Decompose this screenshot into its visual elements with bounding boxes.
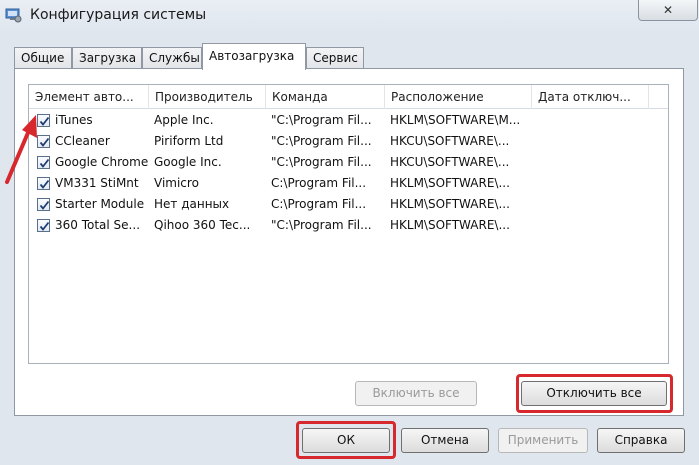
item-location: HKCU\SOFTWARE\... [390,134,510,148]
item-vendor: Apple Inc. [154,113,214,127]
item-vendor: Vimicro [154,176,199,190]
item-vendor: Нет данных [154,197,230,211]
window-title: Конфигурация системы [30,7,207,23]
startup-checkbox[interactable] [37,219,50,232]
title-bar: Конфигурация системы ✕ [0,0,699,34]
tab-tools[interactable]: Сервис [306,47,364,69]
table-row[interactable]: VM331 StiMnt Vimicro C:\Program Fil... H… [29,174,668,194]
tab-services[interactable]: Службы [142,47,202,69]
column-header-disabled-date[interactable]: Дата отключ... [532,85,649,109]
item-vendor: Google Inc. [154,155,222,169]
close-button[interactable]: ✕ [638,0,698,21]
column-header-command[interactable]: Команда [266,85,385,109]
item-name: Starter Module [55,197,145,211]
item-location: HKLM\SOFTWARE\... [390,176,510,190]
tab-boot[interactable]: Загрузка [72,47,142,69]
item-name: CCleaner [55,134,110,148]
annotation-arrow-icon [5,115,37,184]
item-location: HKCU\SOFTWARE\... [390,155,510,169]
item-command: C:\Program Fil... [271,176,367,190]
enable-all-button[interactable]: Включить все [355,381,477,406]
system-config-icon [4,6,22,24]
column-header-location[interactable]: Расположение [385,85,532,109]
table-row[interactable]: iTunes Apple Inc. "C:\Program Fil... HKL… [29,111,668,131]
item-command: "C:\Program Fil... [271,155,372,169]
item-name: Google Chrome [55,155,149,169]
tab-startup[interactable]: Автозагрузка [202,43,306,70]
startup-list[interactable]: Элемент авто... Производитель Команда Ра… [28,84,669,364]
item-command: "C:\Program Fil... [271,113,372,127]
item-location: HKLM\SOFTWARE\M... [390,113,521,127]
item-location: HKLM\SOFTWARE\... [390,218,510,232]
list-header: Элемент авто... Производитель Команда Ра… [29,85,668,109]
item-vendor: Piriform Ltd [154,134,224,148]
item-name: 360 Total Se... [55,218,141,232]
ok-highlight [296,421,396,459]
item-command: C:\Program Fil... [271,197,367,211]
item-command: "C:\Program Fil... [271,218,372,232]
close-icon: ✕ [662,3,674,17]
disable-all-highlight [516,374,673,413]
help-button[interactable]: Справка [597,428,685,453]
startup-checkbox[interactable] [37,198,50,211]
checkmark-icon [39,200,50,210]
checkmark-icon [39,221,50,231]
table-row[interactable]: CCleaner Piriform Ltd "C:\Program Fil...… [29,132,668,152]
item-command: "C:\Program Fil... [271,134,372,148]
item-name: iTunes [55,113,93,127]
table-row[interactable]: Starter Module Нет данных C:\Program Fil… [29,195,668,215]
cancel-button[interactable]: Отмена [401,428,489,453]
column-header-item[interactable]: Элемент авто... [29,85,149,109]
item-location: HKLM\SOFTWARE\... [390,197,510,211]
table-row[interactable]: Google Chrome Google Inc. "C:\Program Fi… [29,153,668,173]
column-header-vendor[interactable]: Производитель [149,85,266,109]
apply-button[interactable]: Применить [498,428,588,453]
table-row[interactable]: 360 Total Se... Qihoo 360 Tec... "C:\Pro… [29,216,668,236]
item-vendor: Qihoo 360 Tec... [154,218,251,232]
tab-general[interactable]: Общие [14,47,72,69]
item-name: VM331 StiMnt [55,176,139,190]
